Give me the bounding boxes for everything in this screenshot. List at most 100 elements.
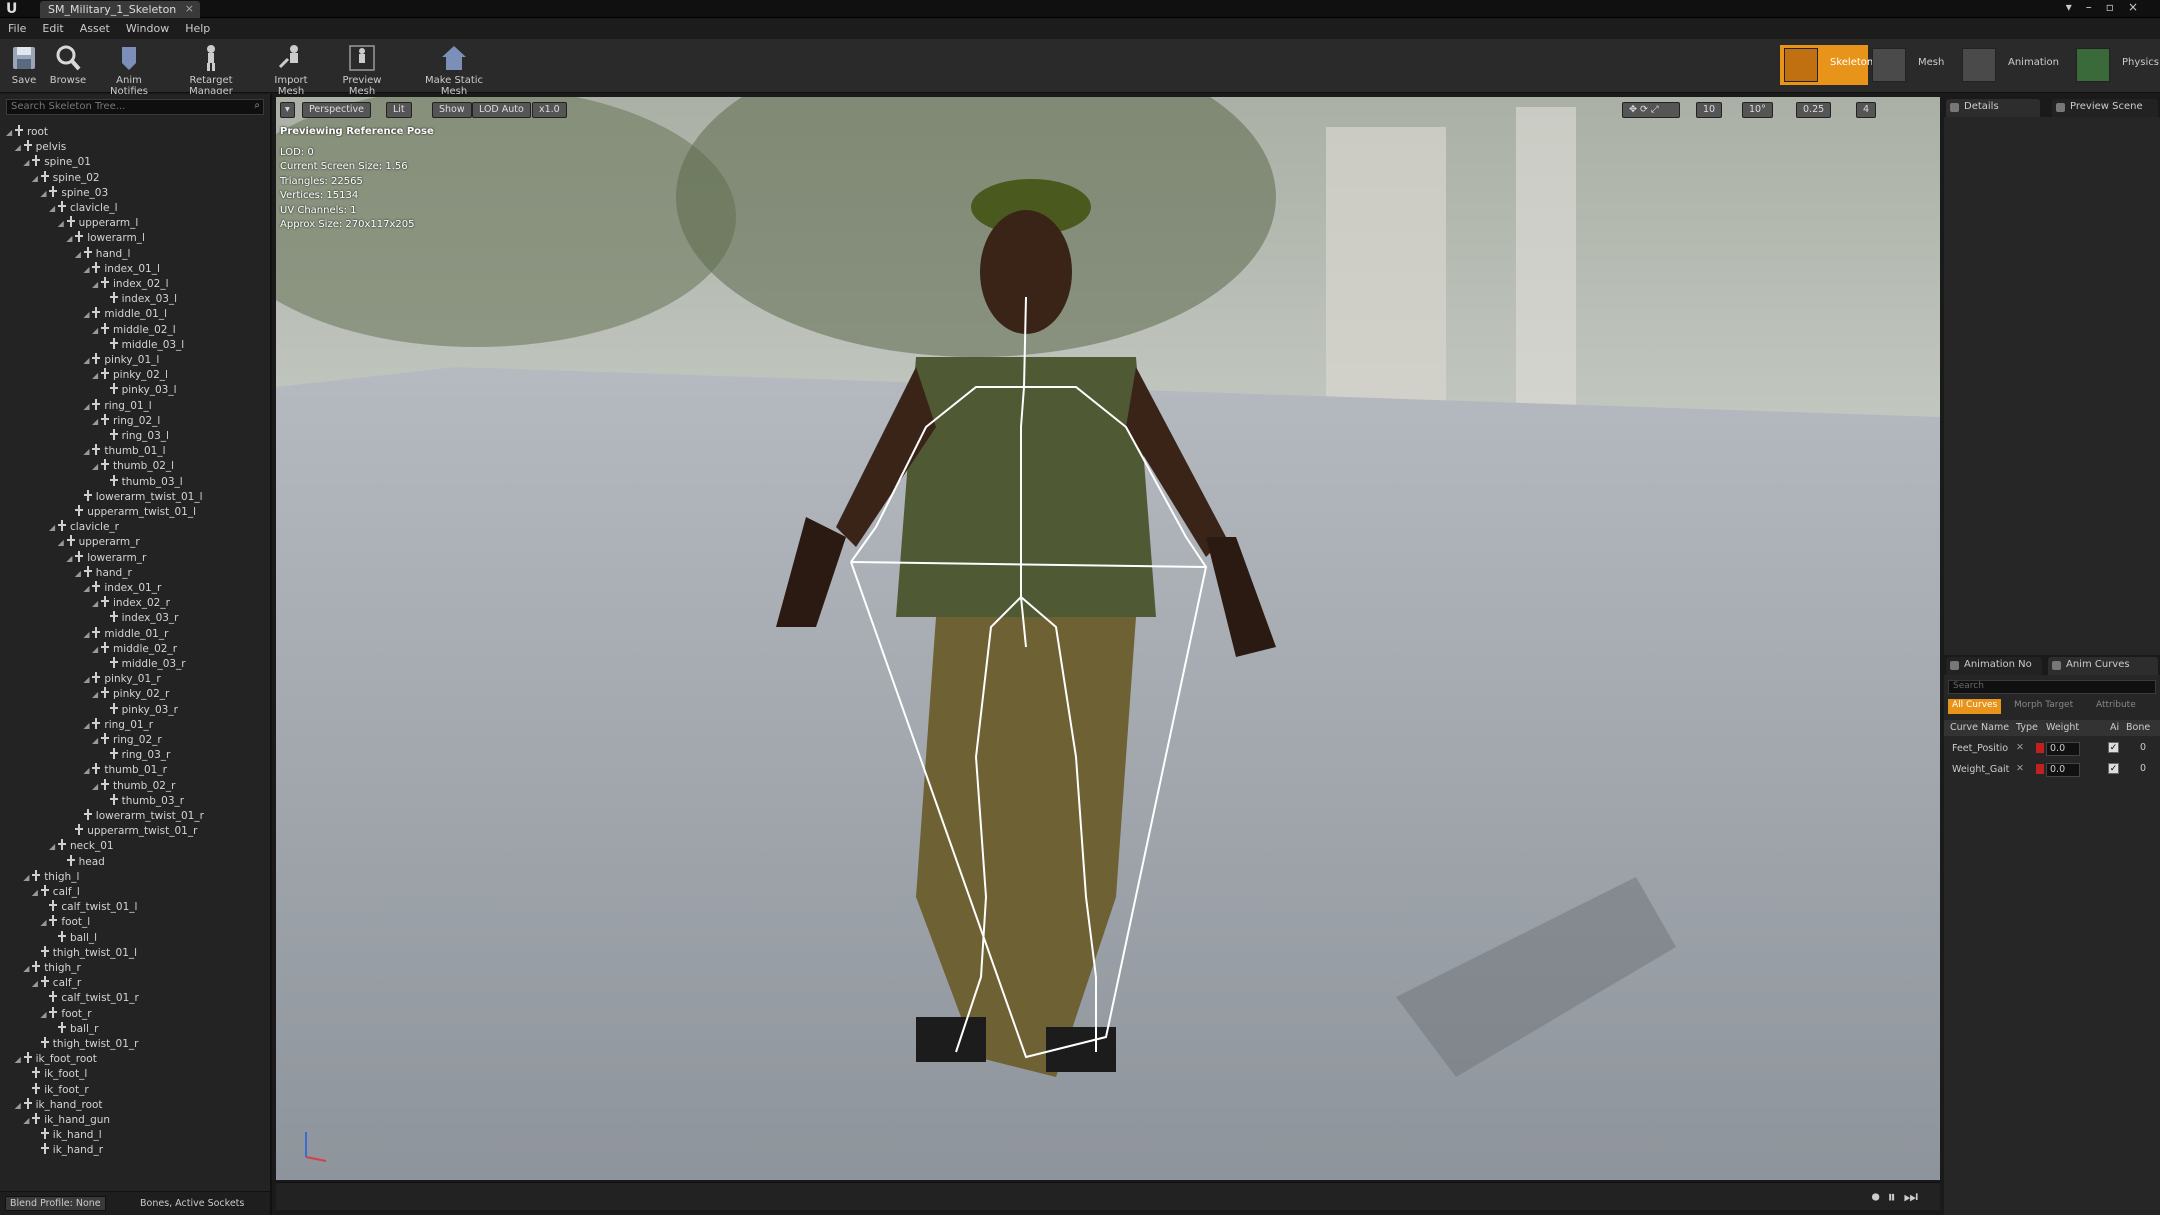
tab-animation-notifies[interactable]: Animation No <box>1946 657 2042 675</box>
expand-arrow-icon[interactable]: ◢ <box>83 310 92 319</box>
bone-row[interactable]: middle_03_l <box>101 337 184 352</box>
curve-row[interactable]: Weight_Gait ✕ 0.0 ✓ 0 <box>1944 760 2160 780</box>
expand-arrow-icon[interactable]: ◢ <box>92 782 101 791</box>
bone-row[interactable]: ◢ ring_02_l <box>92 413 160 428</box>
import-mesh-button[interactable]: Import Mesh <box>262 41 320 97</box>
expand-arrow-icon[interactable]: ◢ <box>83 675 92 684</box>
active-checkbox[interactable]: ✓ <box>2108 742 2119 753</box>
bone-row[interactable]: ik_hand_l <box>32 1127 102 1142</box>
expand-arrow-icon[interactable]: ◢ <box>92 690 101 699</box>
skeleton-search-input[interactable]: Search Skeleton Tree... ⌕ <box>6 99 264 115</box>
bone-row[interactable]: ◢ neck_01 <box>49 838 114 853</box>
expand-arrow-icon[interactable]: ◢ <box>66 234 75 243</box>
expand-arrow-icon[interactable]: ◢ <box>92 326 101 335</box>
bone-row[interactable]: ◢ pinky_01_r <box>83 671 161 686</box>
unreal-logo-icon[interactable]: U <box>6 1 17 17</box>
expand-arrow-icon[interactable]: ◢ <box>66 554 75 563</box>
bone-row[interactable]: thumb_03_l <box>101 474 183 489</box>
window-controls[interactable]: ▾–▫× <box>2066 0 2152 14</box>
bone-row[interactable]: pinky_03_l <box>101 382 177 397</box>
curve-search-input[interactable]: Search <box>1948 680 2156 694</box>
lod-button[interactable]: LOD Auto <box>472 102 531 118</box>
bone-row[interactable]: ◢ middle_01_l <box>83 306 167 321</box>
bone-row[interactable]: ik_foot_l <box>23 1066 87 1081</box>
camera-speed-button[interactable]: 4 <box>1856 102 1877 118</box>
transform-tools[interactable]: ✥ ⟳ ⤢ <box>1622 102 1680 118</box>
bone-row[interactable]: ◢ ik_hand_gun <box>23 1112 110 1127</box>
bone-row[interactable]: ring_03_l <box>101 428 169 443</box>
filter-morph-target[interactable]: Morph Target <box>2010 699 2077 714</box>
expand-arrow-icon[interactable]: ◢ <box>83 766 92 775</box>
expand-arrow-icon[interactable]: ◢ <box>40 918 49 927</box>
playback-controls[interactable]: ⏺⏸⏭ <box>1872 1187 1926 1207</box>
delete-curve-icon[interactable]: ✕ <box>2016 742 2024 753</box>
menu-edit[interactable]: Edit <box>34 19 71 35</box>
bone-row[interactable]: pinky_03_r <box>101 702 178 717</box>
bone-row[interactable]: ball_l <box>49 930 97 945</box>
bone-row[interactable]: thigh_twist_01_l <box>32 945 137 960</box>
mode-physics-button[interactable]: Physics <box>2072 45 2160 85</box>
bone-row[interactable]: ik_hand_r <box>32 1142 103 1157</box>
perspective-button[interactable]: Perspective <box>302 102 372 118</box>
curve-row[interactable]: Feet_Positio ✕ 0.0 ✓ 0 <box>1944 739 2160 759</box>
bone-row[interactable]: head <box>58 854 105 869</box>
active-checkbox[interactable]: ✓ <box>2108 763 2119 774</box>
bone-row[interactable]: ◢ clavicle_r <box>49 519 119 534</box>
expand-arrow-icon[interactable]: ◢ <box>49 523 58 532</box>
expand-arrow-icon[interactable]: ◢ <box>75 250 84 259</box>
expand-arrow-icon[interactable]: ◢ <box>92 280 101 289</box>
expand-arrow-icon[interactable]: ◢ <box>23 158 32 167</box>
bone-row[interactable]: upperarm_twist_01_r <box>66 823 197 838</box>
filter-all-curves[interactable]: All Curves <box>1948 699 2002 714</box>
bone-row[interactable]: calf_twist_01_l <box>40 899 137 914</box>
expand-arrow-icon[interactable]: ◢ <box>83 402 92 411</box>
weight-field[interactable]: 0.0 <box>2046 763 2080 777</box>
expand-arrow-icon[interactable]: ◢ <box>83 630 92 639</box>
expand-arrow-icon[interactable]: ◢ <box>83 356 92 365</box>
expand-arrow-icon[interactable]: ◢ <box>23 873 32 882</box>
col-ai[interactable]: Ai <box>2110 722 2119 733</box>
bone-row[interactable]: calf_twist_01_r <box>40 990 139 1005</box>
bone-row[interactable]: middle_03_r <box>101 656 186 671</box>
bone-row[interactable]: ◢ thumb_01_l <box>83 443 166 458</box>
bone-row[interactable]: ◢ index_01_l <box>83 261 160 276</box>
bone-row[interactable]: thumb_03_r <box>101 793 184 808</box>
expand-arrow-icon[interactable]: ◢ <box>92 736 101 745</box>
expand-arrow-icon[interactable]: ◢ <box>58 219 67 228</box>
mode-mesh-button[interactable]: Mesh <box>1868 45 1956 85</box>
expand-arrow-icon[interactable]: ◢ <box>49 842 58 851</box>
expand-arrow-icon[interactable]: ◢ <box>58 538 67 547</box>
bone-row[interactable]: ◢ spine_01 <box>23 154 91 169</box>
bone-row[interactable]: index_03_r <box>101 610 179 625</box>
bone-row[interactable]: ring_03_r <box>101 747 170 762</box>
save-button[interactable]: Save <box>6 41 42 91</box>
expand-arrow-icon[interactable]: ◢ <box>40 189 49 198</box>
bone-row[interactable]: index_03_l <box>101 291 177 306</box>
menu-asset[interactable]: Asset <box>72 19 118 35</box>
playback-speed-button[interactable]: x1.0 <box>532 102 567 118</box>
bone-row[interactable]: ◢ upperarm_r <box>58 534 140 549</box>
delete-curve-icon[interactable]: ✕ <box>2016 763 2024 774</box>
bone-row[interactable]: ◢ ring_02_r <box>92 732 162 747</box>
bone-row[interactable]: ◢ pinky_02_l <box>92 367 168 382</box>
mode-skeleton-button[interactable]: Skeleton <box>1780 45 1873 85</box>
bone-row[interactable]: ◢ thigh_l <box>23 869 79 884</box>
expand-arrow-icon[interactable]: ◢ <box>32 979 41 988</box>
bone-row[interactable]: ◢ thigh_r <box>23 960 81 975</box>
mode-animation-button[interactable]: Animation <box>1958 45 2068 85</box>
bone-row[interactable]: ◢ index_02_r <box>92 595 170 610</box>
bone-row[interactable]: ◢ middle_02_l <box>92 322 176 337</box>
expand-arrow-icon[interactable]: ◢ <box>23 964 32 973</box>
expand-arrow-icon[interactable]: ◢ <box>15 143 24 152</box>
close-tab-icon[interactable]: × <box>185 2 194 15</box>
bone-row[interactable]: ball_r <box>49 1021 99 1036</box>
browse-button[interactable]: Browse <box>48 41 88 91</box>
bone-row[interactable]: ◢ index_01_r <box>83 580 161 595</box>
bone-row[interactable]: ◢ thumb_01_r <box>83 762 167 777</box>
bone-row[interactable]: ◢ ik_hand_root <box>15 1097 103 1112</box>
bone-row[interactable]: ◢ lowerarm_l <box>66 230 145 245</box>
bone-row[interactable]: ◢ foot_r <box>40 1006 92 1021</box>
bone-row[interactable]: ◢ calf_l <box>32 884 80 899</box>
expand-arrow-icon[interactable]: ◢ <box>92 417 101 426</box>
scale-snap-toggle[interactable]: 0.25 <box>1796 102 1832 118</box>
